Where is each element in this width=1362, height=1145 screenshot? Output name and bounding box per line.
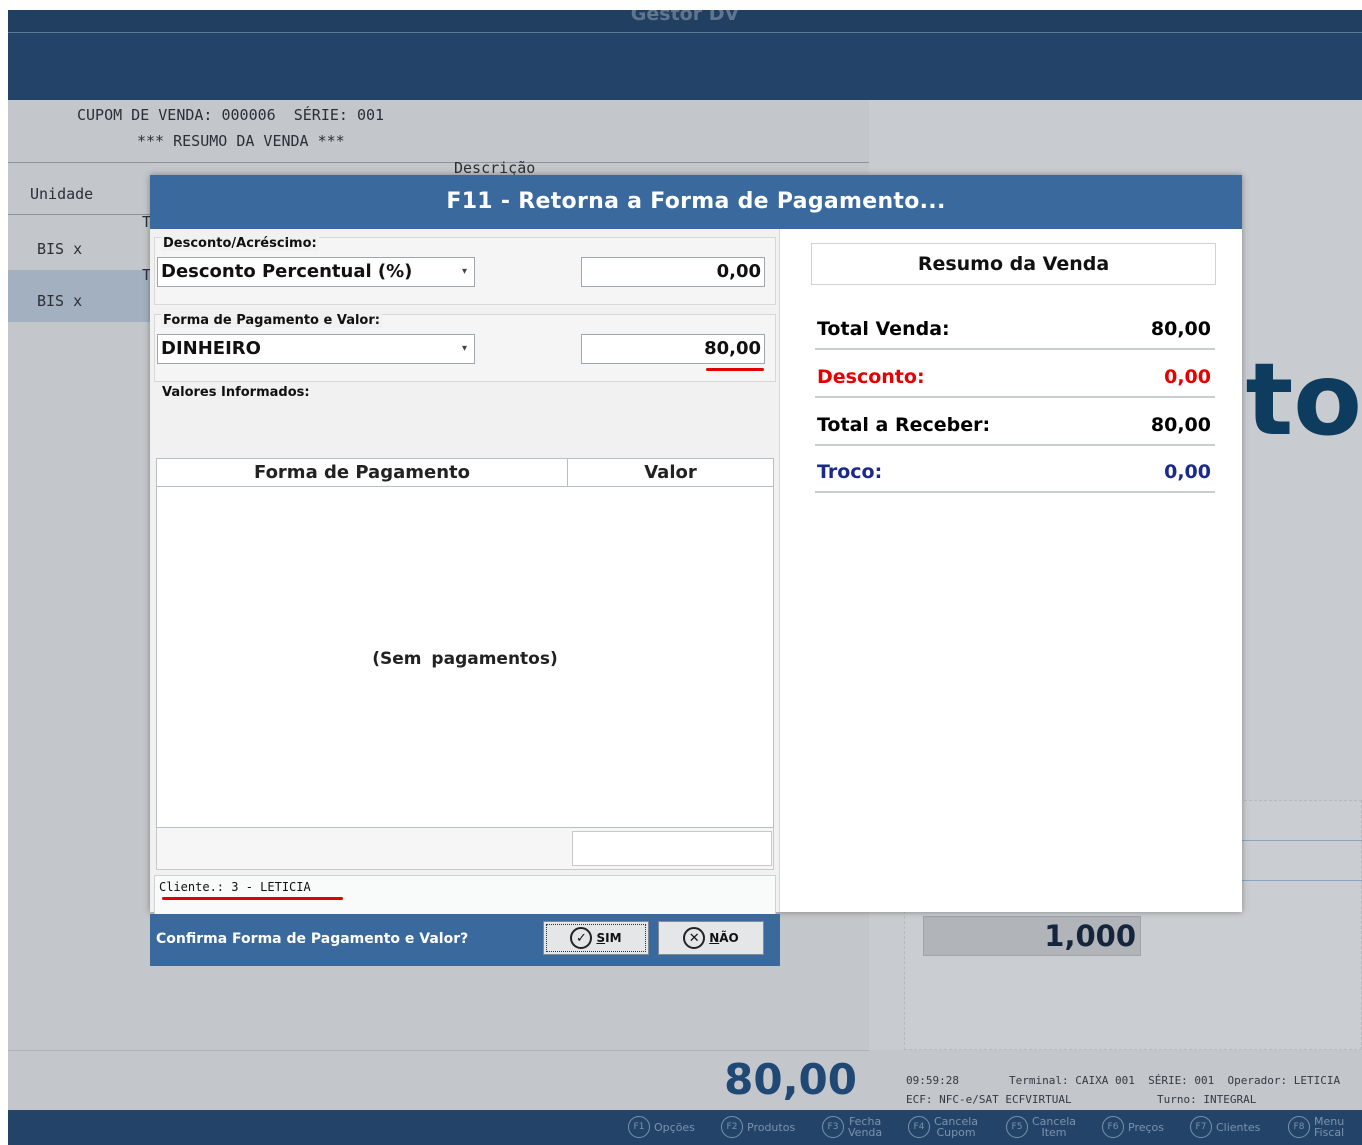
summary-title: Resumo da Venda [811,243,1216,285]
sim-mnemonic: S [596,931,606,945]
fkey-label: Menu Fiscal [1314,1115,1345,1139]
quantity-value: 1,000 [1044,919,1136,953]
sim-label-rest: IM [605,931,622,945]
fkey-opcoes-button[interactable]: F1 Opções [628,1116,695,1138]
total-venda-value: 80,00 [1150,318,1211,340]
fkey-cancela-item-button[interactable]: F5 Cancela Item [1006,1116,1076,1138]
nao-label-rest: ÃO [719,931,739,945]
receipt-header: CUPOM DE VENDA: 000006 SÉRIE: 001 [77,106,385,124]
f7-key-icon: F7 [1190,1116,1212,1138]
f3-key-icon: F3 [822,1116,844,1138]
f5-key-icon: F5 [1006,1116,1028,1138]
troco-value: 0,00 [1164,461,1211,483]
fkey-clientes-button[interactable]: F7 Clientes [1190,1116,1260,1138]
status-turno: Turno: INTEGRAL [1157,1093,1257,1106]
desconto-row: Desconto: 0,00 [815,362,1215,398]
payment-form: Desconto/Acréscimo: Desconto Percentual … [150,229,780,966]
divider [8,162,869,163]
f6-key-icon: F6 [1102,1116,1124,1138]
brand-logo: to [1245,341,1362,458]
app-title: Gestor DV [8,10,1362,32]
dialog-title: F11 - Retorna a Forma de Pagamento... [150,175,1242,229]
forma-pagamento-select[interactable]: DINHEIRO ▾ [157,334,475,364]
nao-label: NÃO [709,931,739,945]
fkey-label: Opções [654,1120,695,1134]
footer-total-cell [572,831,772,866]
annotation-underline [706,368,764,371]
check-circle-icon: ✓ [570,927,593,949]
nao-mnemonic: N [709,931,720,945]
desconto-value: 0,00 [1164,366,1211,388]
fkey-label: Fecha Venda [848,1115,883,1139]
fkey-label: Clientes [1216,1120,1261,1134]
status-terminal: Terminal: CAIXA 001 SÉRIE: 001 Operador:… [1009,1074,1341,1087]
fkey-fecha-venda-button[interactable]: F3 Fecha Venda [822,1116,882,1138]
cliente-info: Cliente.: 3 - LETICIA [154,875,776,915]
chevron-down-icon: ▾ [461,266,467,277]
receipt-summary-title: *** RESUMO DA VENDA *** [137,132,345,150]
f2-key-icon: F2 [721,1116,743,1138]
receipt-item[interactable]: BIS x [37,292,82,310]
grand-total-area: 80,00 [8,1050,869,1110]
function-key-bar: F1 Opções F2 Produtos F3 Fecha Venda F4 … [8,1110,1362,1145]
total-receber-value: 80,00 [1150,414,1211,436]
desconto-label: Desconto: [817,366,925,388]
desconto-value-input[interactable]: 0,00 [581,257,765,287]
pagamento-valor-input[interactable]: 80,00 [581,334,765,364]
status-time: 09:59:28 [906,1074,959,1087]
column-forma-pagamento[interactable]: Forma de Pagamento [157,459,568,486]
table-header: Forma de Pagamento Valor [157,459,773,487]
desconto-legend: Desconto/Acréscimo: [161,236,319,251]
forma-pagamento-value: DINHEIRO [161,338,261,359]
f8-key-icon: F8 [1288,1116,1310,1138]
sim-button[interactable]: ✓ SIM [543,921,649,955]
total-venda-row: Total Venda: 80,00 [815,314,1215,350]
sim-label: SIM [596,931,621,945]
valores-legend: Valores Informados: [160,385,312,400]
annotation-underline [162,897,343,900]
confirm-question: Confirma Forma de Pagamento e Valor? [156,931,469,947]
status-ecf: ECF: NFC-e/SAT ECFVIRTUAL [906,1093,1072,1106]
sale-summary: Resumo da Venda Total Venda: 80,00 Desco… [781,229,1242,912]
payment-dialog: F11 - Retorna a Forma de Pagamento... De… [150,175,1242,966]
pagamento-group: Forma de Pagamento e Valor: DINHEIRO ▾ 8… [154,313,776,382]
total-venda-label: Total Venda: [817,318,950,340]
empty-state-text: (Sem pagamentos) [372,649,558,669]
cliente-text: Cliente.: 3 - LETICIA [159,880,311,894]
column-valor[interactable]: Valor [568,459,773,486]
desconto-type-value: Desconto Percentual (%) [161,261,413,282]
chevron-down-icon: ▾ [461,343,467,354]
receipt-item[interactable]: BIS x [37,240,82,258]
nao-button[interactable]: ✕ NÃO [658,921,764,955]
table-footer [156,828,774,870]
status-area: 09:59:28 Terminal: CAIXA 001 SÉRIE: 001 … [869,1050,1362,1110]
fkey-menu-fiscal-button[interactable]: F8 Menu Fiscal [1288,1116,1344,1138]
f1-key-icon: F1 [628,1116,650,1138]
app-header [8,32,1362,100]
desconto-type-select[interactable]: Desconto Percentual (%) ▾ [157,257,475,287]
troco-label: Troco: [817,461,883,483]
fkey-precos-button[interactable]: F6 Preços [1102,1116,1164,1138]
total-receber-row: Total a Receber: 80,00 [815,410,1215,446]
troco-row: Troco: 0,00 [815,457,1215,493]
desconto-group: Desconto/Acréscimo: Desconto Percentual … [154,236,776,305]
total-receber-label: Total a Receber: [817,414,991,436]
fkey-label: Produtos [747,1120,796,1134]
fkey-cancela-cupom-button[interactable]: F4 Cancela Cupom [908,1116,978,1138]
pagamento-legend: Forma de Pagamento e Valor: [161,313,382,328]
x-circle-icon: ✕ [683,927,706,949]
fkey-label: Cancela Item [1032,1115,1077,1139]
payments-table[interactable]: Forma de Pagamento Valor (Sem pagamentos… [156,458,774,828]
column-unidade: Unidade [30,185,94,203]
fkey-label: Cancela Cupom [934,1115,979,1139]
quantity-field[interactable]: 1,000 [923,916,1141,956]
fkey-label: Preços [1128,1120,1164,1134]
fkey-produtos-button[interactable]: F2 Produtos [721,1116,795,1138]
confirm-bar: Confirma Forma de Pagamento e Valor? ✓ S… [150,914,780,966]
grand-total-value: 80,00 [724,1055,857,1104]
f4-key-icon: F4 [908,1116,930,1138]
